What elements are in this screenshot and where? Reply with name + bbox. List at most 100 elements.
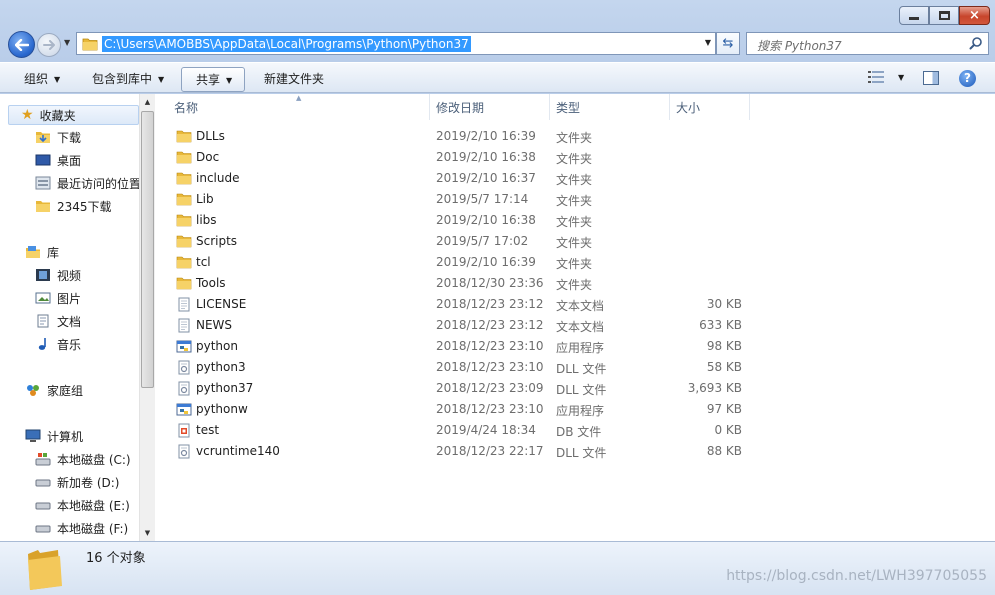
close-icon: × [969, 8, 980, 23]
file-size: 88 KB [706, 444, 742, 458]
include-in-library-menu[interactable]: 包含到库中 ▼ [92, 70, 164, 87]
folder-icon [176, 214, 192, 227]
table-row[interactable]: Doc 2019/2/10 16:38 文件夹 [156, 147, 756, 168]
music-icon [38, 338, 46, 350]
scroll-up-icon[interactable]: ▲ [140, 94, 155, 110]
nav-label: 库 [47, 245, 60, 260]
file-modified: 2019/2/10 16:39 [436, 129, 536, 143]
file-size: 633 KB [699, 318, 742, 332]
file-type: 文件夹 [556, 278, 593, 292]
forward-button[interactable] [37, 33, 61, 57]
drive-icon [35, 525, 51, 533]
table-row[interactable]: vcruntime140 2018/12/23 22:17 DLL 文件 88 KB [156, 441, 756, 462]
table-row[interactable]: python3 2018/12/23 23:10 DLL 文件 58 KB [156, 357, 756, 378]
table-row[interactable]: pythonw 2018/12/23 23:10 应用程序 97 KB [156, 399, 756, 420]
file-modified: 2019/2/10 16:38 [436, 213, 536, 227]
nav-label: 下载 [57, 130, 82, 145]
nav-item-drive-c[interactable]: 本地磁盘 (C:) [35, 449, 131, 469]
preview-pane-icon[interactable] [923, 71, 939, 85]
nav-item-2345-downloads[interactable]: 2345下载 [35, 196, 112, 216]
search-box[interactable]: 搜索 Python37 [746, 32, 989, 55]
nav-computer[interactable]: 计算机 [25, 426, 83, 446]
watermark: https://blog.csdn.net/LWH397705055 [726, 568, 987, 584]
table-row[interactable]: NEWS 2018/12/23 23:12 文本文档 633 KB [156, 315, 756, 336]
column-header-size[interactable]: 大小 [670, 94, 750, 120]
table-row[interactable]: Scripts 2019/5/7 17:02 文件夹 [156, 231, 756, 252]
search-placeholder: 搜索 Python37 [757, 39, 842, 53]
folder-icon [176, 235, 192, 248]
nav-item-downloads[interactable]: 下载 [35, 127, 81, 147]
system-drive-icon [35, 453, 51, 466]
nav-item-documents[interactable]: 文档 [35, 311, 81, 331]
refresh-button[interactable]: ⇆ [716, 32, 740, 55]
chevron-down-icon: ▼ [158, 75, 165, 84]
recent-pages-dropdown[interactable]: ▼ [64, 38, 70, 47]
share-menu[interactable]: 共享 ▼ [181, 67, 246, 92]
organize-menu[interactable]: 组织 ▼ [24, 70, 60, 87]
address-path[interactable]: C:\Users\AMOBBS\AppData\Local\Programs\P… [102, 36, 471, 52]
nav-item-drive-e[interactable]: 本地磁盘 (E:) [35, 495, 130, 515]
nav-item-recent-places[interactable]: 最近访问的位置 [35, 173, 141, 193]
nav-libraries[interactable]: 库 [25, 242, 59, 262]
change-view-button[interactable]: ▼ [868, 71, 904, 83]
maximize-button[interactable] [929, 6, 959, 25]
table-row[interactable]: tcl 2019/2/10 16:39 文件夹 [156, 252, 756, 273]
nav-item-drive-d[interactable]: 新加卷 (D:) [35, 472, 119, 492]
back-button[interactable] [8, 31, 35, 58]
db-file-icon [178, 423, 190, 438]
scroll-down-icon[interactable]: ▼ [140, 525, 155, 541]
file-type: 文件夹 [556, 173, 593, 187]
file-modified: 2018/12/23 22:17 [436, 444, 544, 458]
table-row[interactable]: LICENSE 2018/12/23 23:12 文本文档 30 KB [156, 294, 756, 315]
file-modified: 2019/2/10 16:39 [436, 255, 536, 269]
new-folder-button[interactable]: 新建文件夹 [264, 70, 324, 87]
minimize-button[interactable] [899, 6, 929, 25]
file-modified: 2019/2/10 16:37 [436, 171, 536, 185]
nav-item-desktop[interactable]: 桌面 [35, 150, 81, 170]
library-icon [26, 246, 40, 258]
column-header-type[interactable]: 类型 [550, 94, 670, 120]
column-label: 类型 [556, 101, 581, 115]
star-icon: ★ [21, 107, 34, 123]
table-row[interactable]: python 2018/12/23 23:10 应用程序 98 KB [156, 336, 756, 357]
help-icon[interactable]: ? [959, 70, 976, 87]
table-row[interactable]: test 2019/4/24 18:34 DB 文件 0 KB [156, 420, 756, 441]
file-name: Tools [196, 276, 226, 290]
file-name: test [196, 423, 220, 437]
folder-icon [36, 201, 50, 212]
nav-favorites[interactable]: ★ 收藏夹 [8, 105, 139, 125]
table-row[interactable]: libs 2019/2/10 16:38 文件夹 [156, 210, 756, 231]
file-type: DLL 文件 [556, 362, 607, 376]
drive-icon [35, 502, 51, 510]
nav-item-pictures[interactable]: 图片 [35, 288, 81, 308]
close-button[interactable]: × [959, 6, 990, 25]
chevron-down-icon[interactable]: ▼ [898, 73, 904, 82]
column-header-name[interactable]: 名称 [168, 94, 430, 120]
table-row[interactable]: Tools 2018/12/30 23:36 文件夹 [156, 273, 756, 294]
file-modified: 2019/5/7 17:02 [436, 234, 529, 248]
address-bar[interactable]: C:\Users\AMOBBS\AppData\Local\Programs\P… [76, 32, 716, 55]
organize-label: 组织 [24, 72, 49, 86]
scroll-thumb[interactable] [141, 111, 154, 388]
nav-item-drive-f[interactable]: 本地磁盘 (F:) [35, 518, 128, 538]
navigation-bar: ▼ C:\Users\AMOBBS\AppData\Local\Programs… [0, 28, 995, 60]
file-type: 文本文档 [556, 299, 605, 313]
column-header-modified[interactable]: 修改日期 [430, 94, 550, 120]
search-icon[interactable] [969, 36, 983, 50]
folder-icon [176, 193, 192, 206]
table-row[interactable]: DLLs 2019/2/10 16:39 文件夹 [156, 126, 756, 147]
table-row[interactable]: python37 2018/12/23 23:09 DLL 文件 3,693 KB [156, 378, 756, 399]
address-dropdown-icon[interactable]: ▼ [705, 38, 711, 47]
file-name: python37 [196, 381, 254, 395]
details-view-icon [868, 71, 884, 83]
nav-homegroup[interactable]: 家庭组 [25, 380, 83, 400]
nav-item-videos[interactable]: 视频 [35, 265, 81, 285]
table-row[interactable]: include 2019/2/10 16:37 文件夹 [156, 168, 756, 189]
folder-icon [176, 277, 192, 290]
file-list: ▲ 名称 修改日期 类型 大小 DLLs 2019/2/10 16:39 文件夹 Do… [156, 94, 995, 541]
nav-label: 音乐 [57, 337, 82, 352]
nav-item-music[interactable]: 音乐 [35, 334, 81, 354]
nav-scrollbar[interactable]: ▲ ▼ [139, 94, 155, 541]
item-count: 16 个对象 [86, 551, 146, 566]
table-row[interactable]: Lib 2019/5/7 17:14 文件夹 [156, 189, 756, 210]
